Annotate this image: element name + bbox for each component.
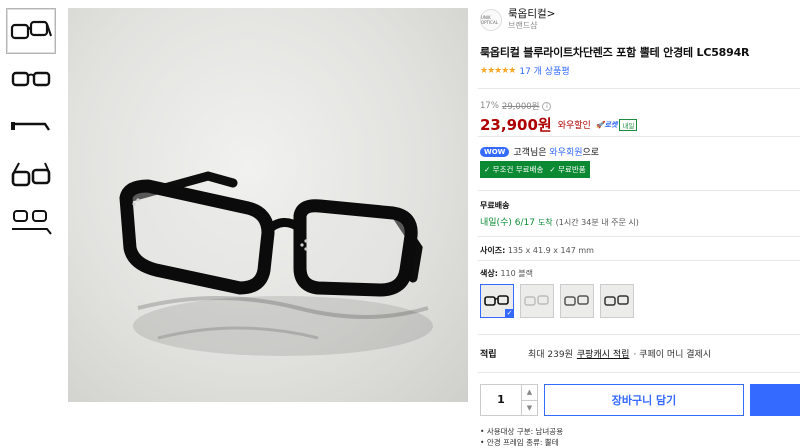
original-price-row: 17% 29,000원 i	[480, 100, 552, 112]
size-row: 사이즈: 135 x 41.9 x 147 mm	[480, 245, 594, 256]
quantity-down-icon[interactable]: ▼	[522, 399, 537, 416]
shipping-label: 무료배송	[480, 201, 510, 210]
points-extra: · 쿠페이 머니 결제시	[633, 350, 712, 360]
glasses-open-icon	[11, 162, 51, 187]
divider	[478, 372, 800, 373]
wow-member-row: WOW 고객님은 와우회원으로	[480, 145, 599, 158]
thumbnail-4[interactable]	[6, 152, 56, 198]
divider	[478, 190, 800, 191]
wow-badge: WOW	[480, 146, 510, 157]
wow-text-prefix: 고객님은	[513, 148, 547, 158]
glasses-angle-icon	[10, 20, 52, 40]
color-row: 색상: 110 블랙	[480, 268, 533, 279]
quantity-up-icon[interactable]: ▲	[522, 385, 537, 400]
brand-logo: UNIK OPTICAL	[480, 8, 502, 31]
free-shipping-label: ✓ 무조건 무료배송	[484, 165, 544, 174]
coupang-cash-link[interactable]: 쿠팡캐시 적립	[577, 347, 630, 360]
add-to-cart-button[interactable]: 장바구니 담기	[544, 384, 744, 416]
quantity-stepper: 1 ▲ ▼	[480, 384, 538, 416]
thumbnail-1[interactable]	[6, 8, 56, 54]
thumbnail-3[interactable]	[6, 104, 56, 150]
sale-price: 23,900원	[480, 116, 552, 134]
glasses-front-icon	[11, 71, 51, 87]
glasses-photo	[119, 171, 433, 356]
glasses-swatch-icon	[524, 295, 549, 306]
review-count-link[interactable]: 17 개 상품평	[519, 64, 569, 77]
size-label: 사이즈:	[480, 246, 506, 255]
brand-sub: 브랜드샵	[508, 21, 538, 30]
shipping-row: 내일(수) 6/17 도착 (1시간 34분 내 주문 시)	[480, 215, 639, 228]
delivery-date: 내일(수) 6/17	[480, 218, 535, 228]
divider	[478, 236, 800, 237]
color-options: ✓	[480, 284, 634, 318]
divider	[478, 260, 800, 261]
divider	[478, 88, 800, 89]
points-amount: 최대 239원	[528, 350, 573, 360]
points-row: 적립 최대 239원 쿠팡캐시 적립 · 쿠페이 머니 결제시	[480, 347, 711, 360]
glasses-swatch-icon	[484, 295, 509, 306]
wow-member-link[interactable]: 와우회원	[549, 148, 582, 158]
buy-now-button[interactable]	[750, 384, 800, 416]
color-option-gray[interactable]	[560, 284, 594, 318]
color-option-dark[interactable]	[600, 284, 634, 318]
points-label: 적립	[480, 350, 497, 360]
tomorrow-badge: 내일	[619, 118, 638, 131]
product-attributes: 사용대상 구분: 남녀공용 안경 프레임 종류: 뿔테	[480, 426, 563, 448]
product-title: 룩옵티컬 블루라이트차단렌즈 포함 뿔테 안경테 LC5894R	[480, 46, 750, 59]
free-return-label: ✓ 무료반품	[549, 165, 586, 174]
size-value: 135 x 41.9 x 147 mm	[507, 246, 594, 255]
product-info-panel: UNIK OPTICAL 룩옵티컬> 브랜드샵 룩옵티컬 블루라이트차단렌즈 포…	[478, 0, 800, 448]
color-option-black[interactable]: ✓	[480, 284, 514, 318]
wow-text: 고객님은 와우회원으로	[513, 145, 599, 158]
brand-shop-link[interactable]: UNIK OPTICAL 룩옵티컬> 브랜드샵	[480, 8, 555, 31]
star-rating-icon: ★★★★★	[480, 65, 516, 76]
attribute-item: 안경 프레임 종류: 뿔테	[480, 437, 563, 448]
thumbnail-5[interactable]	[6, 200, 56, 246]
divider	[478, 136, 800, 137]
selected-check-icon: ✓	[505, 309, 514, 318]
glasses-side-icon	[11, 122, 50, 131]
thumbnail-list	[6, 8, 58, 248]
color-value: 110 블랙	[500, 269, 534, 278]
wow-discount-label: 와우할인	[557, 121, 591, 131]
brand-name[interactable]: 룩옵티컬>	[508, 8, 555, 21]
rocket-delivery-badge: 🚀로켓	[595, 120, 618, 129]
rating-row: ★★★★★ 17 개 상품평	[480, 64, 570, 78]
quantity-input[interactable]: 1	[481, 385, 521, 415]
discount-rate: 17%	[480, 101, 499, 111]
main-product-image[interactable]	[68, 8, 468, 402]
glasses-swatch-icon	[604, 295, 629, 306]
glasses-multi-icon	[12, 210, 52, 235]
sale-price-row: 23,900원 와우할인 🚀로켓 내일	[480, 114, 638, 135]
free-shipping-box: ✓ 무조건 무료배송 ✓ 무료반품	[480, 161, 590, 178]
attribute-item: 사용대상 구분: 남녀공용	[480, 426, 563, 437]
delivery-suffix: 도착	[537, 218, 553, 227]
original-price: 29,000원	[501, 102, 540, 112]
thumbnail-2[interactable]	[6, 56, 56, 102]
color-option-clear[interactable]	[520, 284, 554, 318]
color-label: 색상:	[480, 269, 498, 278]
glasses-swatch-icon	[564, 295, 589, 306]
wow-text-suffix: 으로	[582, 148, 600, 158]
delivery-note: (1시간 34분 내 주문 시)	[555, 218, 639, 227]
info-icon[interactable]: i	[542, 101, 552, 111]
divider	[478, 334, 800, 335]
